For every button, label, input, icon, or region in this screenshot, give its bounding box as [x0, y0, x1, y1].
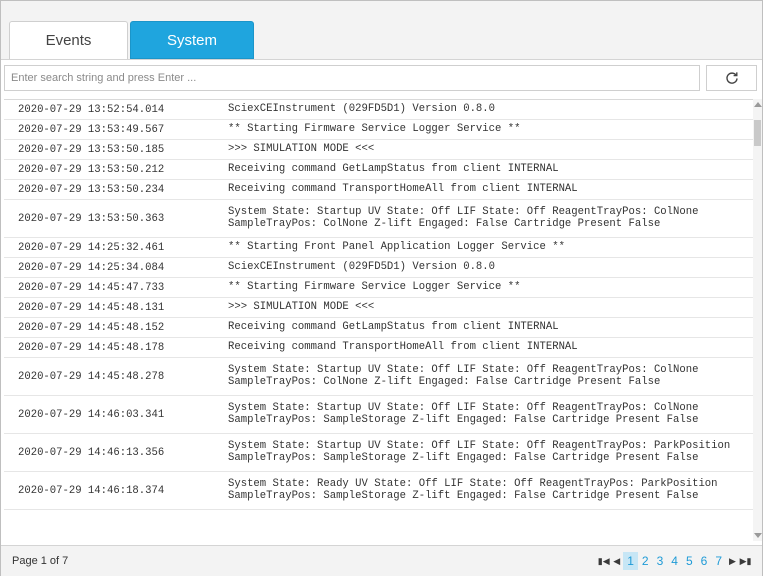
log-row: 2020-07-29 13:52:54.014 SciexCEInstrument… — [4, 100, 753, 120]
log-timestamp: 2020-07-29 14:25:34.084 — [18, 261, 165, 274]
log-row: 2020-07-29 14:45:48.152 Receiving command… — [4, 318, 753, 338]
log-message: Receiving command TransportHomeAll from … — [228, 182, 578, 195]
log-timestamp: 2020-07-29 14:46:03.341 — [18, 408, 165, 421]
page-link-1[interactable]: 1 — [623, 552, 638, 570]
vertical-scrollbar[interactable] — [753, 99, 762, 541]
log-timestamp: 2020-07-29 14:25:32.461 — [18, 241, 165, 254]
log-row: 2020-07-29 14:46:13.356 System State: Sta… — [4, 434, 753, 472]
log-table: 2020-07-29 13:52:54.014 SciexCEInstrument… — [4, 99, 753, 542]
log-message: ** Starting Firmware Service Logger Serv… — [228, 122, 521, 135]
tab-bar: Events System — [1, 1, 762, 60]
page-link-5[interactable]: 5 — [682, 552, 697, 570]
scroll-up-arrow-icon[interactable] — [754, 102, 762, 107]
log-timestamp: 2020-07-29 14:45:48.152 — [18, 321, 165, 334]
refresh-icon — [725, 72, 738, 84]
log-row: 2020-07-29 13:53:50.185 >>> SIMULATION MO… — [4, 140, 753, 160]
log-row: 2020-07-29 13:53:50.212 Receiving command… — [4, 160, 753, 180]
prev-page-icon[interactable]: ◀ — [610, 556, 623, 567]
log-row: 2020-07-29 14:45:48.278 System State: Sta… — [4, 358, 753, 396]
log-message: Receiving command GetLampStatus from cli… — [228, 320, 559, 333]
log-message: >>> SIMULATION MODE <<< — [228, 142, 375, 155]
log-message: System State: Ready UV State: Off LIF St… — [228, 477, 718, 502]
log-message: System State: Startup UV State: Off LIF … — [228, 401, 699, 426]
log-timestamp: 2020-07-29 14:46:13.356 — [18, 446, 165, 459]
page-link-7[interactable]: 7 — [711, 552, 726, 570]
tab-system[interactable]: System — [130, 21, 254, 59]
log-row: 2020-07-29 13:53:49.567 ** Starting Firmw… — [4, 120, 753, 140]
system-log-panel: Events System 2020-07-29 13:52:54.014 Sci… — [0, 0, 763, 576]
log-message: System State: Startup UV State: Off LIF … — [228, 439, 731, 464]
page-link-2[interactable]: 2 — [638, 552, 653, 570]
log-timestamp: 2020-07-29 13:53:50.234 — [18, 183, 165, 196]
page-info: Page 1 of 7 — [12, 555, 69, 567]
log-message: ** Starting Front Panel Application Logg… — [228, 240, 565, 253]
log-timestamp: 2020-07-29 14:45:48.278 — [18, 370, 165, 383]
log-message: System State: Startup UV State: Off LIF … — [228, 363, 699, 388]
log-message: ** Starting Firmware Service Logger Serv… — [228, 280, 521, 293]
log-row: 2020-07-29 14:46:18.374 System State: Rea… — [4, 472, 753, 510]
log-message: SciexCEInstrument (029FD5D1) Version 0.8… — [228, 102, 496, 115]
scroll-thumb[interactable] — [754, 120, 761, 146]
first-page-icon[interactable]: ▮◀ — [597, 556, 610, 567]
log-row: 2020-07-29 14:25:34.084 SciexCEInstrument… — [4, 258, 753, 278]
log-row: 2020-07-29 14:25:32.461 ** Starting Front… — [4, 238, 753, 258]
log-timestamp: 2020-07-29 13:53:50.212 — [18, 163, 165, 176]
scroll-down-arrow-icon[interactable] — [754, 533, 762, 538]
last-page-icon[interactable]: ▶▮ — [739, 556, 752, 567]
page-link-6[interactable]: 6 — [697, 552, 712, 570]
log-timestamp: 2020-07-29 14:45:48.178 — [18, 341, 165, 354]
log-timestamp: 2020-07-29 14:46:18.374 — [18, 484, 165, 497]
log-row: 2020-07-29 14:45:48.178 Receiving command… — [4, 338, 753, 358]
log-message: Receiving command TransportHomeAll from … — [228, 340, 578, 353]
log-row: 2020-07-29 14:45:48.131 >>> SIMULATION MO… — [4, 298, 753, 318]
log-message: >>> SIMULATION MODE <<< — [228, 300, 375, 313]
pager: ▮◀ ◀ 1234567 ▶ ▶▮ — [597, 546, 752, 576]
log-timestamp: 2020-07-29 13:53:50.363 — [18, 212, 165, 225]
page-link-4[interactable]: 4 — [667, 552, 682, 570]
log-row: 2020-07-29 13:53:50.363 System State: Sta… — [4, 200, 753, 238]
log-timestamp: 2020-07-29 13:52:54.014 — [18, 103, 165, 116]
log-timestamp: 2020-07-29 13:53:50.185 — [18, 143, 165, 156]
log-timestamp: 2020-07-29 14:45:48.131 — [18, 301, 165, 314]
refresh-button[interactable] — [706, 65, 757, 91]
pagination-footer: Page 1 of 7 ▮◀ ◀ 1234567 ▶ ▶▮ — [1, 545, 762, 576]
next-page-icon[interactable]: ▶ — [726, 556, 739, 567]
page-link-3[interactable]: 3 — [653, 552, 668, 570]
log-row: 2020-07-29 14:45:47.733 ** Starting Firmw… — [4, 278, 753, 298]
log-message: System State: Startup UV State: Off LIF … — [228, 205, 699, 230]
log-message: Receiving command GetLampStatus from cli… — [228, 162, 559, 175]
log-row: 2020-07-29 14:46:03.341 System State: Sta… — [4, 396, 753, 434]
tab-events[interactable]: Events — [9, 21, 128, 59]
log-timestamp: 2020-07-29 14:45:47.733 — [18, 281, 165, 294]
search-input[interactable] — [4, 65, 700, 91]
log-timestamp: 2020-07-29 13:53:49.567 — [18, 123, 165, 136]
log-row: 2020-07-29 13:53:50.234 Receiving command… — [4, 180, 753, 200]
page-numbers: 1234567 — [623, 552, 726, 570]
log-message: SciexCEInstrument (029FD5D1) Version 0.8… — [228, 260, 496, 273]
